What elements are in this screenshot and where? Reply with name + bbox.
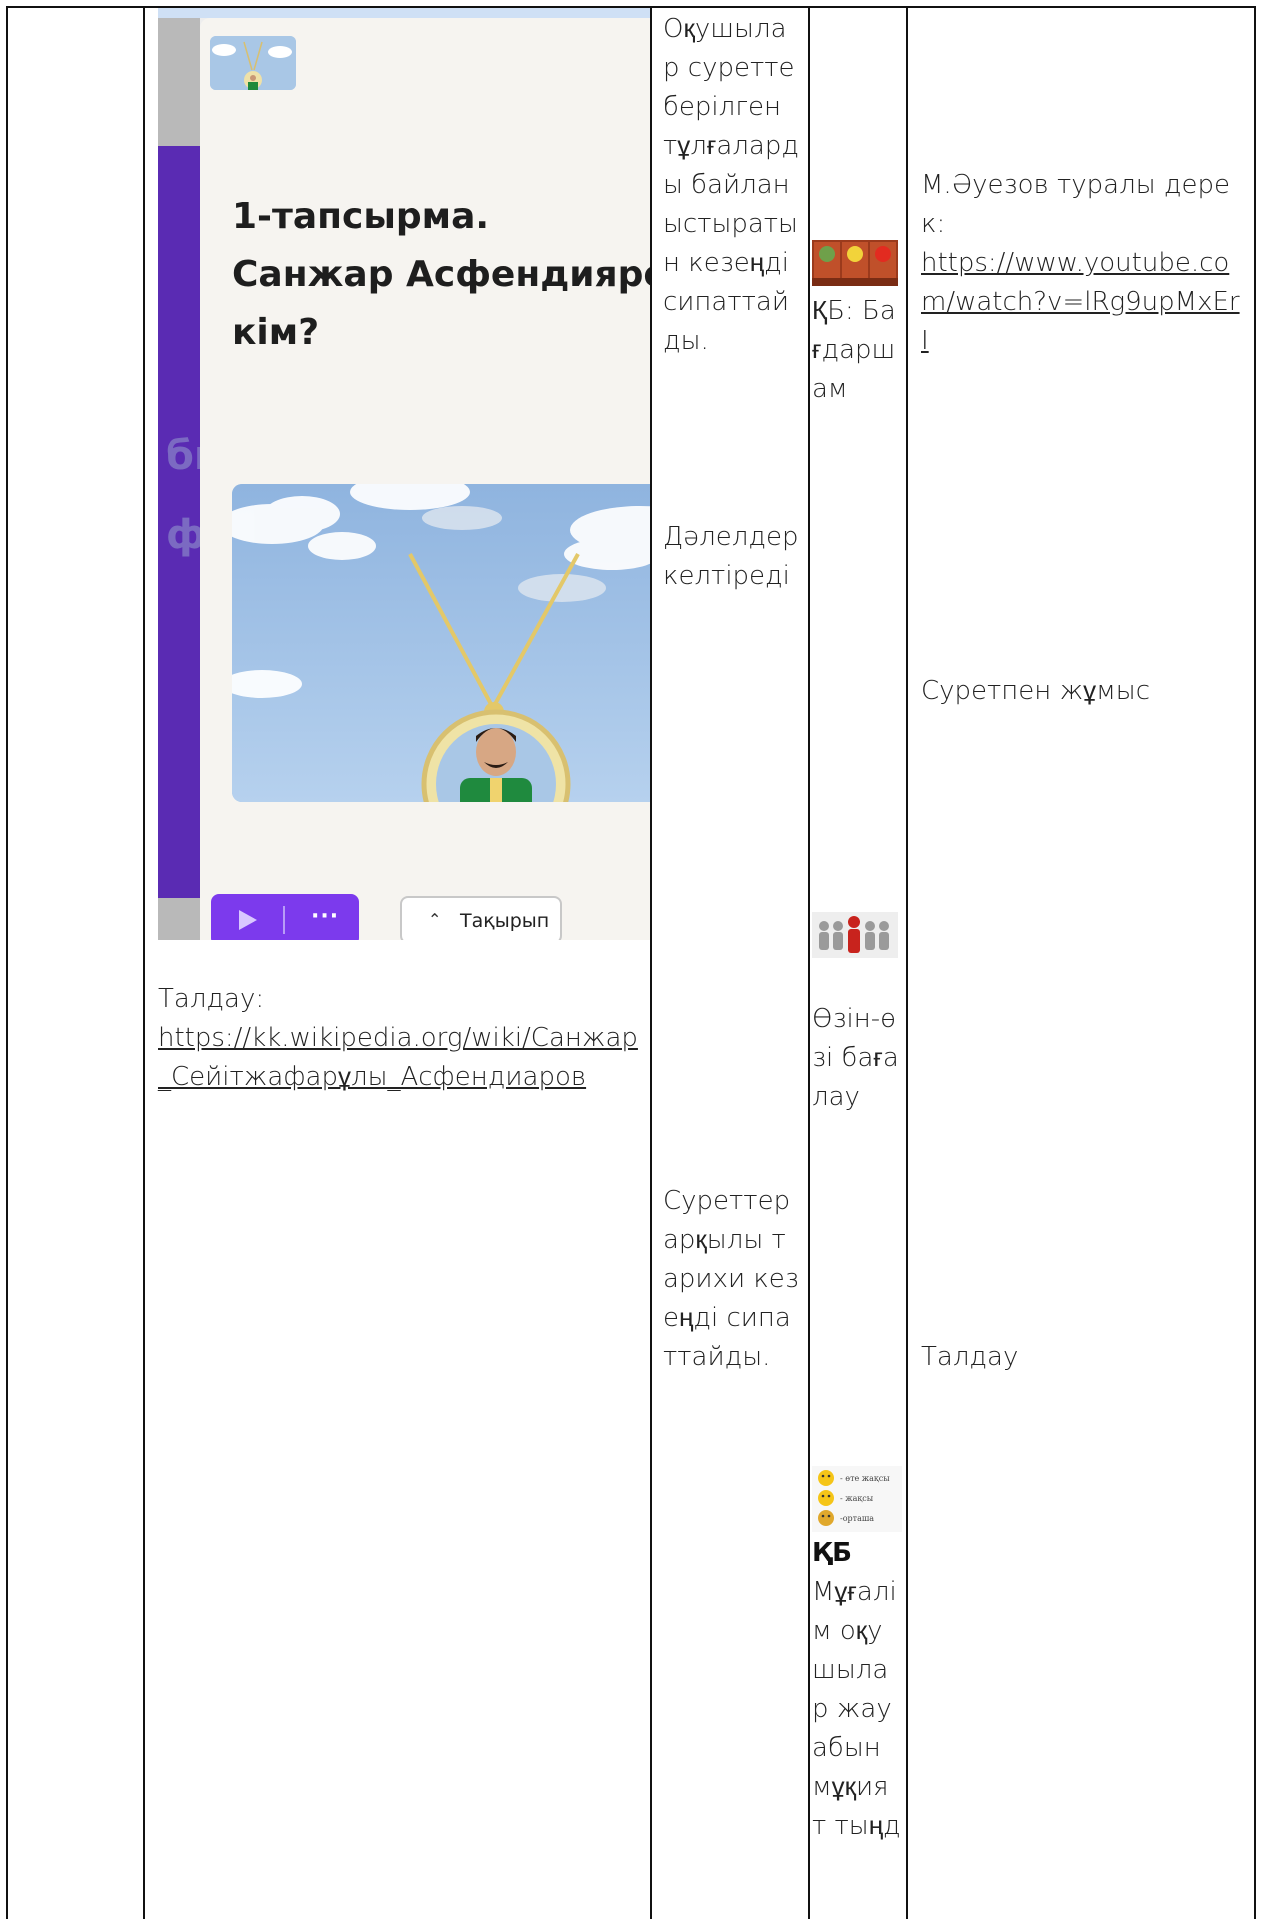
column-divider-3: [808, 6, 810, 1919]
teacher-listens-description: Мұғалім оқушылар жауабын мұқият тыңд: [812, 1577, 901, 1841]
slide-title-line-2: Санжар Асфендияров: [232, 254, 650, 295]
smiley-scale-label-3: -орташа: [840, 1514, 874, 1523]
analysis-block: Талдау: https://kk.wikipedia.org/wiki/Са…: [158, 980, 638, 1097]
people-group-icon: [812, 912, 898, 958]
formative-assessment-title: ҚБ: [812, 1538, 852, 1568]
formative-assessment-traffic-light: ҚБ: Бағдаршам: [812, 296, 896, 404]
slide-illustration: [232, 484, 650, 802]
slide-card: 1-тапсырма. Санжар Асфендияров кім? ··· …: [200, 18, 650, 940]
self-evaluation-label: Өзін-өзі бағалау: [812, 1004, 899, 1112]
chevron-up-down-icon: ⌃: [428, 910, 442, 929]
embedded-presentation-screenshot: би фе 1-тапсырма. Санжар Асфендияров кі: [158, 8, 650, 940]
medal-portrait-illustration: [232, 484, 650, 802]
auezov-info-label: М.Әуезов туралы дерек:: [921, 170, 1230, 239]
topic-button[interactable]: ⌃ Тақырып: [400, 896, 562, 940]
picture-work-label: Суретпен жұмыс: [921, 676, 1150, 706]
smiley-scale-icon: - өте жақсы - жақсы -орташа: [812, 1466, 902, 1532]
button-separator: [283, 906, 285, 934]
lesson-plan-table: би фе 1-тапсырма. Санжар Асфендияров кі: [0, 0, 1261, 1919]
activity-description-2: Дәлелдер келтіреді: [663, 522, 799, 591]
slide-title-line-1: 1-тапсырма.: [232, 196, 490, 237]
wikipedia-link[interactable]: https://kk.wikipedia.org/wiki/Санжар_Сей…: [158, 1023, 638, 1092]
thumbnail-image: [210, 36, 296, 90]
youtube-link[interactable]: https://www.youtube.com/watch?v=lRg9upMx…: [921, 248, 1240, 356]
smiley-scale-label-2: - жақсы: [840, 1494, 874, 1503]
smiley-scale-label-1: - өте жақсы: [840, 1474, 890, 1483]
topic-button-label: Тақырып: [460, 910, 550, 932]
column-divider-1: [143, 6, 145, 1919]
table-right-border: [1254, 6, 1256, 1919]
column-divider-4: [906, 6, 908, 1919]
play-presentation-button[interactable]: ···: [211, 894, 359, 940]
play-icon: [239, 910, 257, 930]
table-left-border: [6, 6, 8, 1919]
slide-title-line-3: кім?: [232, 312, 320, 353]
resource-block: М.Әуезов туралы дерек: https://www.youtu…: [921, 166, 1241, 361]
analysis-label-right: Талдау: [921, 1342, 1019, 1372]
activity-description-1: Оқушылар суретте берілген тұлғаларды бай…: [663, 14, 799, 356]
more-options-icon[interactable]: ···: [311, 904, 339, 929]
slide-thumbnail[interactable]: [210, 36, 296, 90]
activity-description-3: Суреттер арқылы тарихи кезеңді сипаттайд…: [663, 1186, 799, 1372]
traffic-light-icon: [812, 240, 898, 286]
slide-title: 1-тапсырма. Санжар Асфендияров кім?: [232, 188, 650, 362]
analysis-label: Талдау:: [158, 984, 265, 1014]
column-divider-2: [650, 6, 652, 1919]
browser-top-bar: [158, 8, 650, 18]
